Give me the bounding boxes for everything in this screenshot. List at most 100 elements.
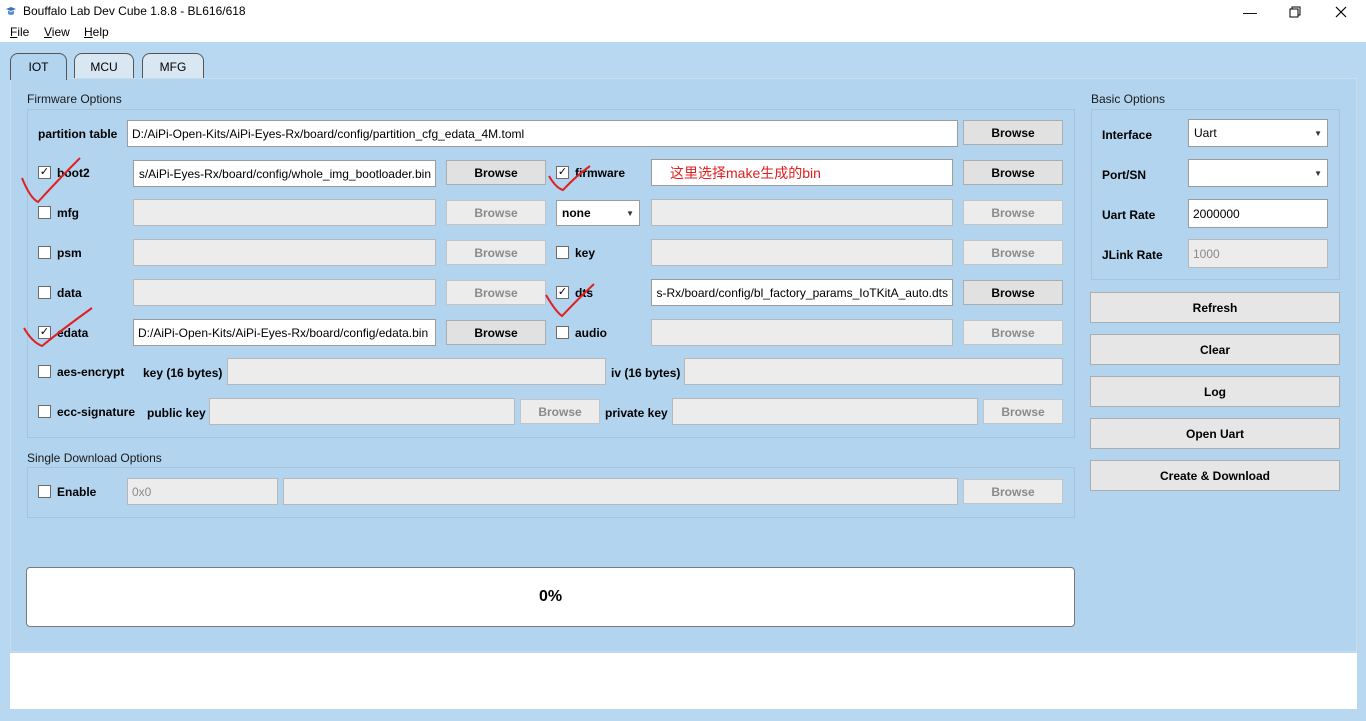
jlink-rate-input[interactable]: 1000 [1188, 239, 1328, 268]
interface-label: Interface [1102, 128, 1153, 142]
interface-select[interactable]: Uart ▼ [1188, 119, 1328, 147]
menu-file-label: ile [17, 25, 30, 39]
ecc-signature-checkbox[interactable] [38, 405, 51, 418]
aes-encrypt-label: aes-encrypt [57, 365, 125, 379]
basic-options-title: Basic Options [1091, 92, 1166, 106]
boot2-label: boot2 [57, 166, 90, 180]
menu-view[interactable]: View [44, 25, 70, 39]
public-key-input[interactable] [209, 398, 515, 425]
uart-rate-input[interactable]: 2000000 [1188, 199, 1328, 228]
aes-encrypt-checkbox[interactable] [38, 365, 51, 378]
psm-label: psm [57, 246, 82, 260]
data-browse-button[interactable]: Browse [446, 280, 546, 305]
edata-checkbox[interactable]: ✓ [38, 326, 51, 339]
boot2-path-input[interactable]: s/AiPi-Eyes-Rx/board/config/whole_img_bo… [133, 160, 436, 187]
key-checkbox[interactable] [556, 246, 569, 259]
dts-browse-button[interactable]: Browse [963, 280, 1063, 305]
port-select[interactable]: ▼ [1188, 159, 1328, 187]
data-label: data [57, 286, 82, 300]
dts-checkbox[interactable]: ✓ [556, 286, 569, 299]
menu-file[interactable]: File [10, 25, 29, 39]
partition-table-label: partition table [38, 127, 118, 141]
chevron-down-icon: ▼ [1314, 128, 1322, 138]
mfg-label: mfg [57, 206, 79, 220]
single-download-path-input[interactable] [283, 478, 958, 505]
tab-mcu[interactable]: MCU [74, 53, 134, 79]
key-label: key [575, 246, 596, 260]
audio-label: audio [575, 326, 607, 340]
audio-checkbox[interactable] [556, 326, 569, 339]
create-download-button[interactable]: Create & Download [1090, 460, 1340, 491]
firmware-path-input[interactable]: 这里选择make生成的bin [651, 159, 953, 186]
aes-key-input[interactable] [227, 358, 606, 385]
single-download-enable-label: Enable [57, 485, 97, 499]
progress-text: 0% [538, 588, 563, 605]
tab-iot[interactable]: IOT [10, 53, 67, 80]
tab-mfg[interactable]: MFG [142, 53, 204, 79]
firmware-annotation-text: 这里选择make生成的bin [670, 164, 821, 181]
boot2-checkbox[interactable]: ✓ [38, 166, 51, 179]
port-label: Port/SN [1102, 168, 1147, 182]
public-key-browse-button[interactable]: Browse [520, 399, 600, 424]
public-key-label: public key [147, 406, 206, 420]
menu-help-accel: H [84, 25, 93, 39]
partition-table-browse-button[interactable]: Browse [963, 120, 1063, 145]
log-area [10, 653, 1357, 709]
menu-help-label: elp [92, 25, 109, 39]
private-key-input[interactable] [672, 398, 978, 425]
single-download-address-input[interactable]: 0x0 [127, 478, 278, 505]
firmware-extra-browse-button[interactable]: Browse [963, 200, 1063, 225]
chevron-down-icon: ▼ [626, 208, 634, 218]
firmware-type-value: none [562, 206, 591, 220]
private-key-label: private key [605, 406, 668, 420]
open-uart-button[interactable]: Open Uart [1090, 418, 1340, 449]
menu-help[interactable]: Help [84, 25, 109, 39]
single-download-browse-button[interactable]: Browse [963, 479, 1063, 504]
refresh-button[interactable]: Refresh [1090, 292, 1340, 323]
key-browse-button[interactable]: Browse [963, 240, 1063, 265]
audio-path-input[interactable] [651, 319, 953, 346]
restore-button[interactable] [1272, 0, 1318, 24]
dts-path-input[interactable]: s-Rx/board/config/bl_factory_params_IoTK… [651, 279, 953, 306]
private-key-browse-button[interactable]: Browse [983, 399, 1063, 424]
aes-key-label: key (16 bytes) [143, 366, 223, 380]
clear-button[interactable]: Clear [1090, 334, 1340, 365]
mfg-browse-button[interactable]: Browse [446, 200, 546, 225]
data-path-input[interactable] [133, 279, 436, 306]
psm-path-input[interactable] [133, 239, 436, 266]
menu-view-accel: V [44, 25, 52, 39]
log-button[interactable]: Log [1090, 376, 1340, 407]
audio-browse-button[interactable]: Browse [963, 320, 1063, 345]
minimize-button[interactable]: — [1227, 0, 1273, 24]
firmware-checkbox[interactable]: ✓ [556, 166, 569, 179]
firmware-options-title: Firmware Options [27, 92, 122, 106]
firmware-extra-input[interactable] [651, 199, 953, 226]
restore-icon [1289, 6, 1301, 18]
partition-table-path-input[interactable]: D:/AiPi-Open-Kits/AiPi-Eyes-Rx/board/con… [127, 120, 958, 147]
edata-browse-button[interactable]: Browse [446, 320, 546, 345]
single-download-enable-checkbox[interactable] [38, 485, 51, 498]
interface-value: Uart [1194, 126, 1217, 140]
menu-bar: File View Help [0, 24, 1366, 42]
key-path-input[interactable] [651, 239, 953, 266]
firmware-type-select[interactable]: none ▼ [556, 200, 640, 226]
close-button[interactable] [1318, 0, 1364, 24]
firmware-browse-button[interactable]: Browse [963, 160, 1063, 185]
mfg-checkbox[interactable] [38, 206, 51, 219]
jlink-rate-label: JLink Rate [1102, 248, 1163, 262]
mfg-path-input[interactable] [133, 199, 436, 226]
aes-iv-label: iv (16 bytes) [611, 366, 681, 380]
progress-bar: 0% [26, 567, 1075, 627]
psm-checkbox[interactable] [38, 246, 51, 259]
chevron-down-icon: ▼ [1314, 168, 1322, 178]
data-checkbox[interactable] [38, 286, 51, 299]
edata-label: edata [57, 326, 89, 340]
edata-path-input[interactable]: D:/AiPi-Open-Kits/AiPi-Eyes-Rx/board/con… [133, 319, 436, 346]
title-bar: Bouffalo Lab Dev Cube 1.8.8 - BL616/618 … [0, 0, 1366, 24]
aes-iv-input[interactable] [684, 358, 1063, 385]
uart-rate-label: Uart Rate [1102, 208, 1156, 222]
psm-browse-button[interactable]: Browse [446, 240, 546, 265]
boot2-browse-button[interactable]: Browse [446, 160, 546, 185]
menu-view-label: iew [51, 25, 70, 39]
dts-label: dts [575, 286, 593, 300]
